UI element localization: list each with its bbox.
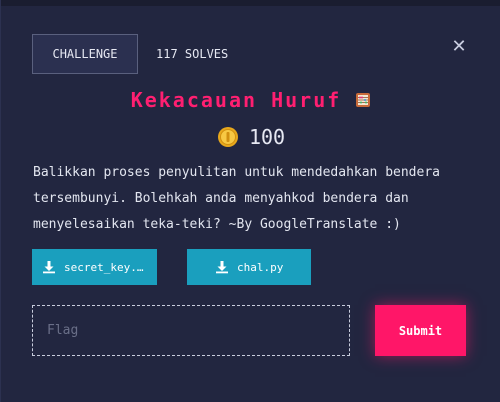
- download-icon: [216, 261, 228, 274]
- tab-solves[interactable]: 117 SOLVES: [156, 46, 228, 62]
- title-row: Kekacauan Huruf: [1, 86, 500, 114]
- challenge-points: 100: [248, 125, 286, 149]
- file-download-chal-py[interactable]: chal.py: [187, 249, 311, 285]
- download-icon: [43, 261, 55, 274]
- tab-challenge[interactable]: CHALLENGE: [32, 34, 138, 74]
- top-strip: [1, 0, 500, 6]
- submit-button[interactable]: Submit: [375, 305, 466, 356]
- tab-challenge-label: CHALLENGE: [52, 47, 118, 61]
- flag-input[interactable]: [32, 305, 350, 356]
- coin-icon: [217, 127, 238, 147]
- challenge-title: Kekacauan Huruf: [130, 88, 342, 112]
- challenge-modal: CHALLENGE 117 SOLVES ✕ Kekacauan Huruf 1…: [0, 0, 500, 402]
- challenge-description: Balikkan proses penyulitan untuk mendeda…: [33, 165, 440, 232]
- close-icon[interactable]: ✕: [450, 38, 468, 56]
- file-download-secret-key[interactable]: secret_key.…: [32, 249, 157, 285]
- tab-solves-label: 117 SOLVES: [156, 47, 229, 61]
- points-row: 100: [1, 124, 500, 150]
- abacus-icon: [356, 93, 371, 107]
- file-label: secret_key.…: [64, 260, 144, 274]
- file-label: chal.py: [237, 260, 284, 274]
